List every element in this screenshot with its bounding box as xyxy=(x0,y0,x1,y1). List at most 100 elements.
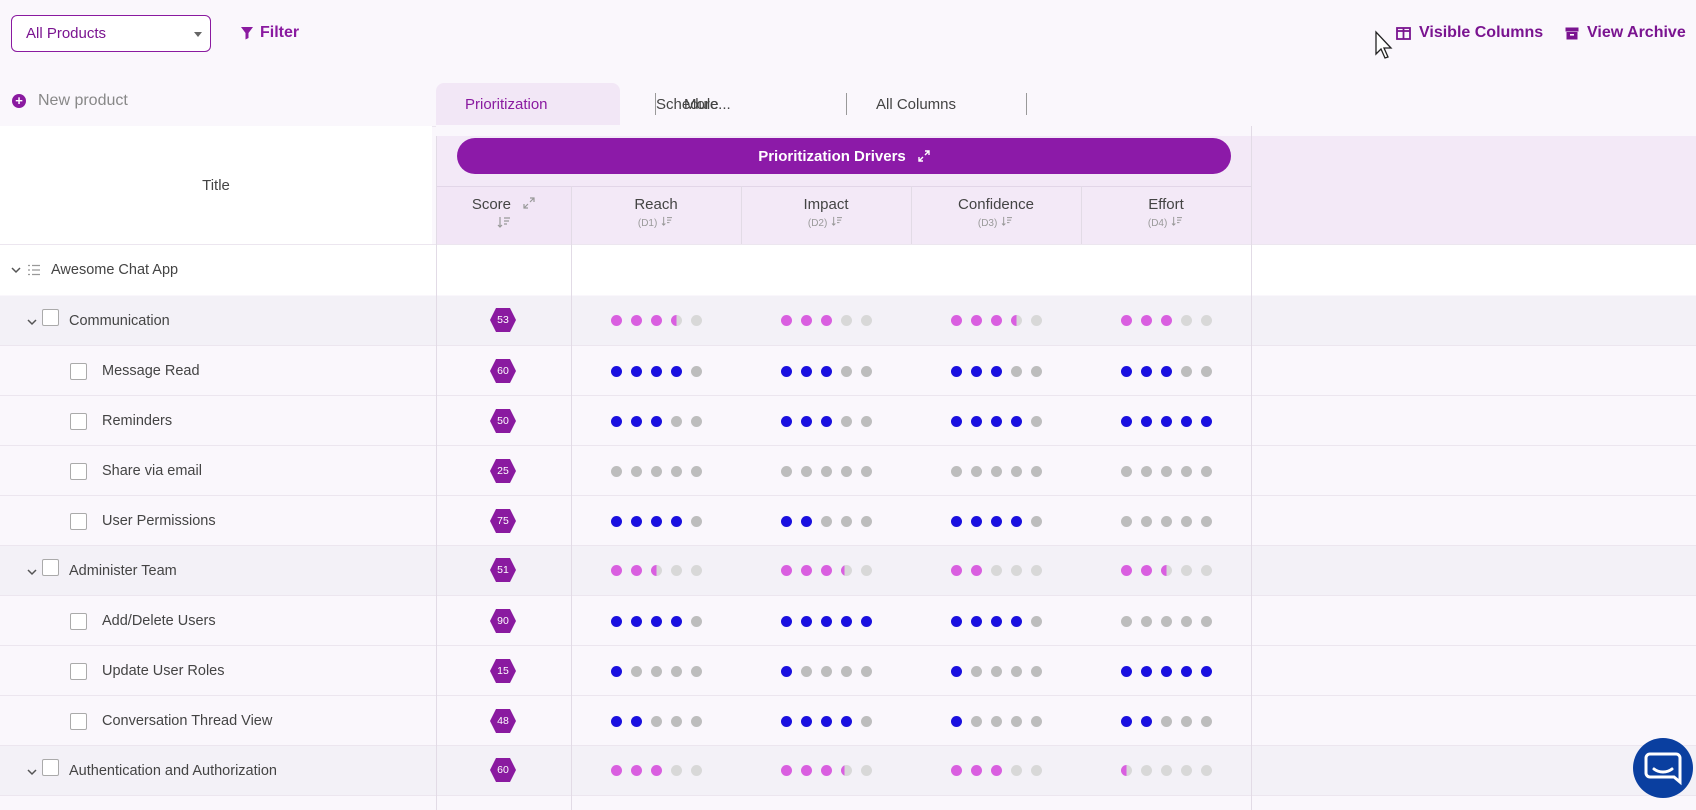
effort-rating[interactable] xyxy=(1121,565,1212,576)
rating-dot[interactable] xyxy=(611,315,622,326)
rating-dot[interactable] xyxy=(841,516,852,527)
rating-dot[interactable] xyxy=(1121,765,1132,776)
sort-icon[interactable] xyxy=(497,216,511,228)
reach-rating[interactable] xyxy=(611,466,702,477)
app-row[interactable]: Awesome Chat App xyxy=(0,245,1696,295)
confidence-rating[interactable] xyxy=(951,466,1042,477)
rating-dot[interactable] xyxy=(1141,716,1152,727)
table-row[interactable]: Add/Delete Users 90 xyxy=(0,596,1696,646)
rating-dot[interactable] xyxy=(671,666,682,677)
row-checkbox[interactable] xyxy=(70,663,87,680)
rating-dot[interactable] xyxy=(801,516,812,527)
rating-dot[interactable] xyxy=(801,666,812,677)
rating-dot[interactable] xyxy=(951,716,962,727)
rating-dot[interactable] xyxy=(1161,416,1172,427)
rating-dot[interactable] xyxy=(801,416,812,427)
rating-dot[interactable] xyxy=(841,366,852,377)
rating-dot[interactable] xyxy=(821,315,832,326)
reach-rating[interactable] xyxy=(611,366,702,377)
rating-dot[interactable] xyxy=(821,466,832,477)
rating-dot[interactable] xyxy=(951,416,962,427)
rating-dot[interactable] xyxy=(1011,765,1022,776)
row-title[interactable]: Update User Roles xyxy=(102,646,225,696)
rating-dot[interactable] xyxy=(651,716,662,727)
rating-dot[interactable] xyxy=(971,565,982,576)
rating-dot[interactable] xyxy=(671,416,682,427)
rating-dot[interactable] xyxy=(821,416,832,427)
rating-dot[interactable] xyxy=(1161,516,1172,527)
rating-dot[interactable] xyxy=(611,616,622,627)
rating-dot[interactable] xyxy=(651,466,662,477)
rating-dot[interactable] xyxy=(1201,315,1212,326)
rating-dot[interactable] xyxy=(1121,366,1132,377)
rating-dot[interactable] xyxy=(951,616,962,627)
reach-rating[interactable] xyxy=(611,765,702,776)
rating-dot[interactable] xyxy=(971,416,982,427)
reach-rating[interactable] xyxy=(611,516,702,527)
rating-dot[interactable] xyxy=(1161,716,1172,727)
rating-dot[interactable] xyxy=(691,466,702,477)
rating-dot[interactable] xyxy=(1181,416,1192,427)
rating-dot[interactable] xyxy=(861,366,872,377)
rating-dot[interactable] xyxy=(861,666,872,677)
rating-dot[interactable] xyxy=(801,716,812,727)
rating-dot[interactable] xyxy=(1011,416,1022,427)
rating-dot[interactable] xyxy=(801,366,812,377)
rating-dot[interactable] xyxy=(1161,315,1172,326)
rating-dot[interactable] xyxy=(971,466,982,477)
rating-dot[interactable] xyxy=(971,315,982,326)
rating-dot[interactable] xyxy=(841,716,852,727)
rating-dot[interactable] xyxy=(861,765,872,776)
rating-dot[interactable] xyxy=(1031,315,1042,326)
rating-dot[interactable] xyxy=(991,765,1002,776)
rating-dot[interactable] xyxy=(631,666,642,677)
rating-dot[interactable] xyxy=(1121,616,1132,627)
rating-dot[interactable] xyxy=(1141,765,1152,776)
confidence-rating[interactable] xyxy=(951,315,1042,326)
rating-dot[interactable] xyxy=(631,366,642,377)
rating-dot[interactable] xyxy=(991,466,1002,477)
rating-dot[interactable] xyxy=(1141,416,1152,427)
table-row[interactable]: Update User Roles 15 xyxy=(0,646,1696,696)
rating-dot[interactable] xyxy=(861,616,872,627)
rating-dot[interactable] xyxy=(1011,516,1022,527)
prioritization-drivers-button[interactable]: Prioritization Drivers xyxy=(457,138,1231,174)
rating-dot[interactable] xyxy=(971,366,982,377)
confidence-rating[interactable] xyxy=(951,366,1042,377)
rating-dot[interactable] xyxy=(611,366,622,377)
rating-dot[interactable] xyxy=(1181,466,1192,477)
effort-rating[interactable] xyxy=(1121,516,1212,527)
rating-dot[interactable] xyxy=(951,466,962,477)
rating-dot[interactable] xyxy=(1181,565,1192,576)
row-title[interactable]: Administer Team xyxy=(69,546,177,596)
rating-dot[interactable] xyxy=(781,765,792,776)
rating-dot[interactable] xyxy=(821,516,832,527)
rating-dot[interactable] xyxy=(671,516,682,527)
confidence-rating[interactable] xyxy=(951,716,1042,727)
rating-dot[interactable] xyxy=(1031,716,1042,727)
sort-icon[interactable] xyxy=(1000,216,1014,226)
rating-dot[interactable] xyxy=(1181,666,1192,677)
rating-dot[interactable] xyxy=(1141,466,1152,477)
rating-dot[interactable] xyxy=(971,765,982,776)
rating-dot[interactable] xyxy=(1141,315,1152,326)
reach-rating[interactable] xyxy=(611,616,702,627)
rating-dot[interactable] xyxy=(1011,466,1022,477)
rating-dot[interactable] xyxy=(1201,416,1212,427)
effort-rating[interactable] xyxy=(1121,315,1212,326)
rating-dot[interactable] xyxy=(1011,315,1022,326)
rating-dot[interactable] xyxy=(781,616,792,627)
rating-dot[interactable] xyxy=(1161,366,1172,377)
rating-dot[interactable] xyxy=(951,565,962,576)
rating-dot[interactable] xyxy=(1181,716,1192,727)
reach-rating[interactable] xyxy=(611,716,702,727)
rating-dot[interactable] xyxy=(951,666,962,677)
effort-rating[interactable] xyxy=(1121,416,1212,427)
rating-dot[interactable] xyxy=(1031,516,1042,527)
confidence-rating[interactable] xyxy=(951,666,1042,677)
impact-rating[interactable] xyxy=(781,416,872,427)
score-column-header[interactable]: Score xyxy=(436,186,571,244)
rating-dot[interactable] xyxy=(841,565,852,576)
sort-icon[interactable] xyxy=(830,216,844,226)
rating-dot[interactable] xyxy=(1031,466,1042,477)
